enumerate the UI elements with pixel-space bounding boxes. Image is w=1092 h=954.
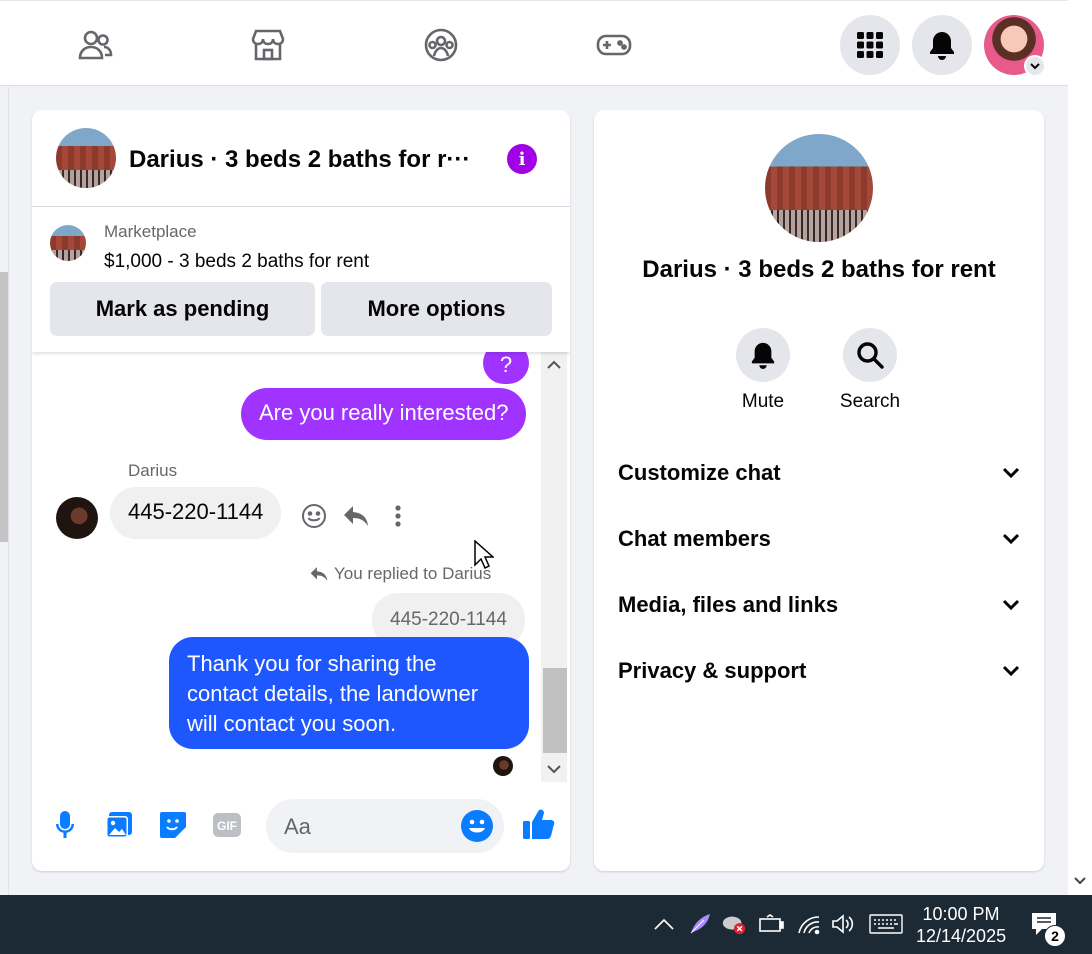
onedrive-error-icon[interactable] — [721, 911, 747, 937]
svg-text:GIF: GIF — [217, 819, 237, 833]
marketplace-listing: Marketplace $1,000 - 3 beds 2 baths for … — [32, 207, 570, 352]
message-input[interactable]: Aa — [266, 799, 504, 853]
gif-icon[interactable]: GIF — [210, 808, 244, 842]
menu-grid-icon[interactable] — [840, 15, 900, 75]
reply-icon[interactable] — [340, 500, 372, 532]
sender-avatar[interactable] — [56, 497, 98, 539]
sender-name: Darius — [128, 461, 178, 480]
top-navigation — [0, 0, 1068, 86]
message-scrollbar-thumb[interactable] — [543, 668, 567, 753]
chevron-down-icon — [1002, 467, 1020, 479]
clock[interactable]: 10:00 PM 12/14/2025 — [916, 903, 1006, 947]
chat-info-avatar[interactable] — [765, 134, 873, 242]
react-emoji-icon[interactable] — [298, 500, 330, 532]
left-scrollbar-thumb[interactable] — [0, 272, 8, 542]
chat-title[interactable]: Darius · 3 beds 2 baths for r··· — [129, 146, 477, 174]
listing-thumbnail[interactable] — [50, 225, 86, 261]
scroll-down-icon[interactable] — [547, 764, 561, 774]
like-icon[interactable] — [519, 804, 559, 844]
notification-count-badge: 2 — [1044, 925, 1066, 947]
search-label[interactable]: Search — [820, 391, 920, 413]
mute-label[interactable]: Mute — [713, 391, 813, 413]
clock-date: 12/14/2025 — [916, 926, 1007, 946]
reply-icon — [310, 567, 328, 581]
bell-icon — [751, 342, 775, 369]
listing-label: Marketplace — [104, 222, 197, 241]
section-label: Media, files and links — [618, 592, 839, 617]
chevron-down-icon — [1002, 665, 1020, 677]
scroll-down-icon[interactable] — [1074, 876, 1086, 886]
chat-avatar[interactable] — [56, 128, 116, 188]
section-label: Chat members — [618, 526, 771, 551]
message-line: will contact you soon. — [187, 711, 397, 736]
replied-note-text: You replied to Darius — [334, 564, 492, 583]
mouse-cursor-icon — [474, 540, 494, 570]
emoji-icon[interactable] — [460, 809, 494, 843]
message-input-placeholder: Aa — [284, 814, 311, 839]
volume-icon[interactable] — [830, 911, 856, 937]
message-composer: GIF Aa — [32, 782, 570, 871]
customize-chat-section[interactable]: Customize chat — [618, 448, 1020, 498]
more-vertical-icon[interactable] — [382, 500, 414, 532]
search-button[interactable] — [843, 328, 897, 382]
wifi-icon[interactable] — [796, 911, 822, 937]
search-icon — [857, 342, 884, 369]
chat-header: Darius · 3 beds 2 baths for r··· i — [32, 110, 570, 207]
chevron-down-icon — [1002, 599, 1020, 611]
battery-icon[interactable] — [758, 911, 784, 937]
chevron-down-icon[interactable] — [1024, 55, 1046, 77]
replied-note: You replied to Darius — [310, 564, 491, 584]
scroll-up-icon[interactable] — [547, 360, 561, 370]
marketplace-icon[interactable] — [246, 23, 290, 67]
more-options-button[interactable]: More options — [321, 282, 552, 336]
taskbar: 10:00 PM 12/14/2025 2 — [0, 895, 1092, 954]
feather-pen-icon[interactable] — [687, 911, 713, 937]
friends-icon[interactable] — [73, 23, 117, 67]
chat-window: Darius · 3 beds 2 baths for r··· i Marke… — [32, 110, 570, 871]
section-label: Privacy & support — [618, 658, 807, 683]
message-bubble-incoming[interactable]: 445-220-1144 — [110, 487, 282, 539]
message-line: contact details, the landowner — [187, 681, 479, 706]
message-line: Thank you for sharing the — [187, 651, 437, 676]
chat-members-section[interactable]: Chat members — [618, 514, 1020, 564]
page-scrollbar[interactable] — [1068, 0, 1092, 895]
keyboard-icon[interactable] — [869, 911, 903, 937]
privacy-support-section[interactable]: Privacy & support — [618, 646, 1020, 696]
groups-icon[interactable] — [419, 23, 463, 67]
chevron-up-icon[interactable] — [651, 911, 677, 937]
microphone-icon[interactable] — [48, 808, 82, 842]
chat-info-name: Darius · 3 beds 2 baths for rent — [642, 256, 996, 283]
message-list: ? Are you really interested? Darius 445-… — [32, 352, 541, 782]
seen-indicator-avatar — [493, 756, 513, 776]
notifications-icon[interactable] — [912, 15, 972, 75]
mute-button[interactable] — [736, 328, 790, 382]
media-files-links-section[interactable]: Media, files and links — [618, 580, 1020, 630]
message-bubble-outgoing[interactable]: Thank you for sharing the contact detail… — [169, 637, 529, 749]
left-scrollbar[interactable] — [0, 87, 9, 895]
sticker-icon[interactable] — [156, 808, 190, 842]
message-scrollbar[interactable] — [541, 352, 567, 782]
info-icon[interactable]: i — [507, 144, 537, 174]
section-label: Customize chat — [618, 460, 781, 485]
listing-price-title[interactable]: $1,000 - 3 beds 2 baths for rent — [104, 251, 369, 273]
message-bubble-outgoing[interactable]: ? — [483, 352, 529, 384]
image-icon[interactable] — [102, 808, 136, 842]
chevron-down-icon — [1002, 533, 1020, 545]
message-bubble-outgoing[interactable]: Are you really interested? — [241, 388, 527, 440]
gaming-icon[interactable] — [592, 23, 636, 67]
clock-time: 10:00 PM — [922, 904, 1000, 924]
mark-as-pending-button[interactable]: Mark as pending — [50, 282, 315, 336]
chat-info-panel: Darius · 3 beds 2 baths for rent Mute Se… — [594, 110, 1044, 871]
